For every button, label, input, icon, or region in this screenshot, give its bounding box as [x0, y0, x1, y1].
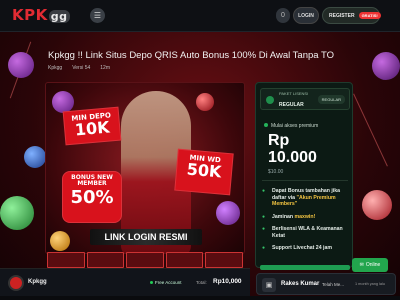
- price-currency: Rp: [268, 132, 290, 149]
- banner-thumbnails: [45, 250, 245, 270]
- billiard-ball-icon: [362, 190, 392, 220]
- billiard-ball-icon: [52, 91, 74, 113]
- buy-button[interactable]: [260, 265, 350, 270]
- feature-text: Berlisensi WLA & Keamanan Ketat: [272, 226, 343, 239]
- package-badge: REGULAR: [317, 95, 345, 104]
- hamburger-icon: ☰: [93, 11, 102, 20]
- total-label: Total:: [196, 280, 207, 285]
- free-account-label: Free Account: [150, 280, 182, 285]
- thumbnail[interactable]: [165, 252, 204, 268]
- login-button[interactable]: LOGIN: [293, 7, 319, 24]
- price-amount: 10.000: [268, 149, 317, 166]
- feature-item: ● Jaminan maxwin!: [262, 214, 350, 221]
- billiard-ball-icon: [24, 146, 46, 168]
- package-box[interactable]: PAKET LISENSI REGULAR REGULAR: [260, 88, 350, 110]
- chat-icon: ✉: [359, 262, 364, 268]
- site-logo[interactable]: KPK gg: [12, 6, 70, 24]
- avatar[interactable]: [8, 275, 24, 291]
- total-value: Rp10,000: [213, 278, 242, 285]
- online-chat-button[interactable]: ✉ Online: [352, 258, 388, 272]
- toast-text: Telah Me...: [322, 282, 345, 287]
- page-meta: Kpkgg Versi 54 12m: [48, 65, 110, 71]
- thumbnail[interactable]: [126, 252, 164, 268]
- feature-text: Jaminan: [272, 213, 294, 220]
- feature-item: ● Berlisensi WLA & Keamanan Ketat: [262, 226, 350, 239]
- online-label: Online: [365, 262, 381, 268]
- billiard-ball-icon: [372, 52, 400, 80]
- register-button[interactable]: REGISTER GRATIS!: [322, 7, 381, 24]
- feature-item: ● Dapat Bonus tambahan jika daftar via "…: [262, 188, 350, 208]
- page-title: Kpkgg !! Link Situs Depo QRIS Auto Bonus…: [48, 50, 335, 61]
- check-icon: ●: [262, 213, 266, 220]
- footer-bar: Kpkgg Free Account Total: Rp10,000: [0, 268, 250, 296]
- thumbnail[interactable]: [86, 252, 125, 268]
- billiard-ball-icon: [216, 201, 240, 225]
- link-login-banner: LINK LOGIN RESMI: [90, 229, 202, 245]
- billiard-ball-icon: [0, 196, 34, 230]
- header-bar: KPK gg ☰ 0 LOGIN REGISTER GRATIS!: [0, 0, 400, 32]
- billiard-ball-icon: [8, 52, 34, 78]
- min-depo-tag: MIN DEPO 10K: [62, 106, 122, 146]
- feature-highlight: maxwin!: [294, 213, 316, 220]
- billiard-ball-icon: [50, 231, 70, 251]
- package-name: REGULAR: [279, 102, 304, 108]
- meta-time: 12m: [100, 65, 110, 71]
- price-label: Mulai akses premium: [264, 123, 318, 129]
- meta-author: Kpkgg: [48, 65, 63, 71]
- register-label: REGISTER: [329, 12, 355, 19]
- register-badge: GRATIS!: [358, 12, 381, 19]
- thumbnail[interactable]: [205, 252, 243, 268]
- feature-text: Support Livechat 24 jam: [272, 245, 332, 251]
- bonus-tag: BONUS NEW MEMBER 50%: [62, 171, 122, 223]
- toast-name: Rakes Kumar: [281, 281, 320, 287]
- bottom-strip: [0, 296, 400, 300]
- check-icon: ●: [262, 188, 266, 194]
- feature-item: ● Support Livechat 24 jam: [262, 245, 350, 252]
- min-wd-tag: MIN WD 50K: [174, 148, 234, 196]
- billiard-ball-icon: [196, 93, 214, 111]
- promo-banner[interactable]: MIN DEPO 10K MIN WD 50K BONUS NEW MEMBER…: [45, 82, 245, 254]
- check-icon: ●: [262, 226, 266, 232]
- footer-name: Kpkgg: [28, 279, 47, 285]
- cart-icon: ▣: [262, 278, 276, 292]
- min-wd-value: 50K: [186, 159, 223, 182]
- check-icon: ●: [262, 245, 266, 251]
- toast-time: 1 month yang lalu: [355, 282, 385, 286]
- menu-button[interactable]: ☰: [90, 8, 105, 23]
- meta-version: Versi 54: [72, 65, 91, 71]
- package-small-label: PAKET LISENSI: [279, 91, 309, 96]
- feature-list: ● Dapat Bonus tambahan jika daftar via "…: [262, 188, 350, 258]
- logo-main: KPK: [12, 6, 48, 24]
- divider: [262, 180, 348, 181]
- activity-toast[interactable]: ▣ Rakes Kumar Telah Me... 1 month yang l…: [256, 273, 396, 295]
- bonus-label: BONUS NEW MEMBER: [71, 174, 113, 187]
- price-sub: $10.00: [268, 169, 284, 175]
- pricing-panel: PAKET LISENSI REGULAR REGULAR Mulai akse…: [255, 82, 353, 270]
- balance-button[interactable]: 0: [276, 8, 290, 23]
- package-icon: [266, 96, 274, 104]
- lightning-decoration: [353, 93, 388, 167]
- thumbnail[interactable]: [47, 252, 85, 268]
- logo-suffix: gg: [48, 10, 70, 23]
- bonus-value: 50%: [70, 187, 114, 208]
